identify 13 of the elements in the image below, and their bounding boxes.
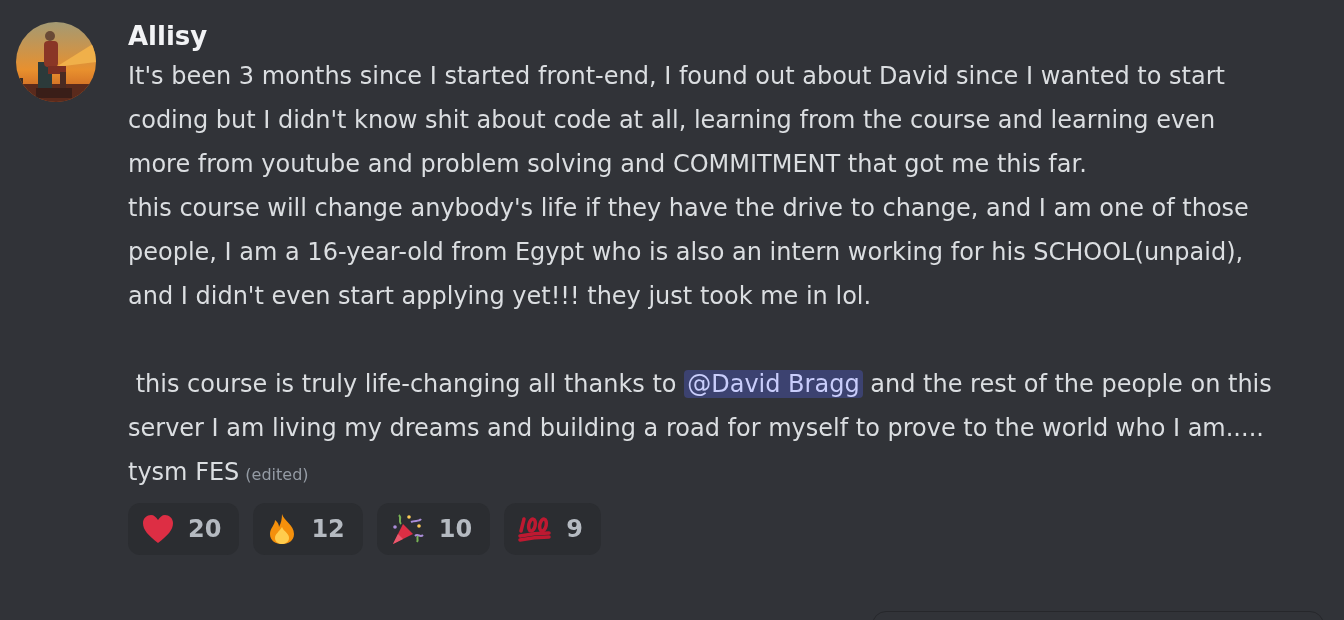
- message-text: this course is truly life-changing all thanks to @David Bragg and the rest of the people on this server I am living my dreams and building a road for myself to prove to the world who I am..... tysm FES (edited): [128, 369, 1273, 488]
- party-popper-icon: [390, 512, 425, 546]
- edited-label: (edited): [245, 465, 309, 484]
- hundred-points-icon: [518, 516, 553, 542]
- reaction-button[interactable]: 10: [376, 503, 491, 555]
- message-text: It's been 3 months since I started front-end, I found out about David since I wanted to start coding but I didn't know shit about code at all, learning from the course and learning even more from youtube and problem solving and COMMITMENT that got me this far.: [128, 61, 1226, 180]
- message-text: this course will change anybody's life if they have the drive to change, and I am one of those people, I am a 16-year-old from Egypt who is also an intern working for his SCHOOL(unpaid), and I didn't even start applying yet!!! they just took me in lol.: [128, 193, 1250, 312]
- username[interactable]: Allisy: [128, 18, 208, 54]
- user-mention[interactable]: @David Bragg: [684, 370, 863, 398]
- reaction-button[interactable]: 12: [253, 503, 363, 555]
- heart-icon: [142, 514, 174, 544]
- reaction-button[interactable]: 9: [504, 503, 601, 555]
- reaction-button[interactable]: 20: [128, 503, 240, 555]
